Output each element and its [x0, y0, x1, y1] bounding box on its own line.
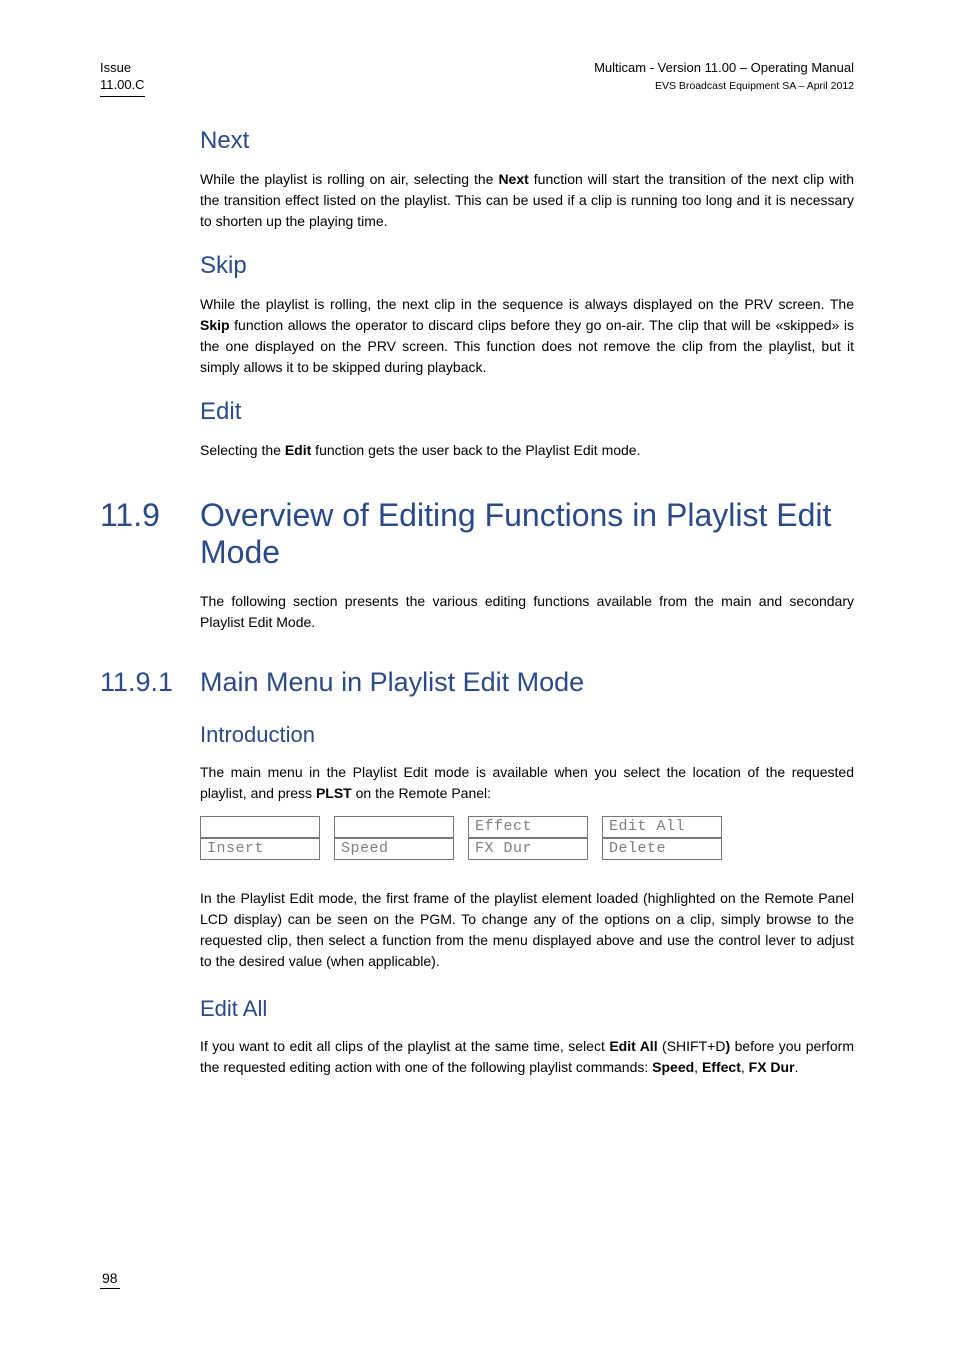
section-number: 11.9.1: [100, 667, 200, 698]
text-bold: Edit: [285, 442, 311, 458]
heading-next: Next: [200, 127, 854, 155]
text: Selecting the: [200, 442, 285, 458]
text-bold: Effect: [702, 1059, 741, 1075]
text-bold: Skip: [200, 317, 230, 333]
para-edit: Selecting the Edit function gets the use…: [200, 440, 854, 461]
text: The main menu in the Playlist Edit mode …: [200, 764, 854, 801]
text: ,: [741, 1059, 749, 1075]
heading-edit: Edit: [200, 398, 854, 426]
heading-skip: Skip: [200, 252, 854, 280]
menu-table: Effect Edit All Insert Speed FX Dur Dele…: [200, 816, 854, 860]
text: (SHIFT+D: [658, 1038, 726, 1054]
text-bold: Next: [498, 171, 528, 187]
menu-cell-delete: Delete: [602, 838, 722, 860]
para-intro-1: The main menu in the Playlist Edit mode …: [200, 762, 854, 804]
text: While the playlist is rolling, the next …: [200, 296, 854, 312]
menu-cell-effect: Effect: [468, 816, 588, 838]
menu-cell-empty: [200, 816, 320, 838]
text-bold: Edit All: [609, 1038, 657, 1054]
text-bold: FX Dur: [749, 1059, 795, 1075]
section-number: 11.9: [100, 497, 200, 534]
heading-11-9: 11.9 Overview of Editing Functions in Pl…: [200, 497, 854, 571]
header-title-block: Multicam - Version 11.00 – Operating Man…: [594, 60, 854, 97]
menu-cell-edit-all: Edit All: [602, 816, 722, 838]
para-intro-2: In the Playlist Edit mode, the first fra…: [200, 888, 854, 972]
text: on the Remote Panel:: [352, 785, 491, 801]
page-header: Issue 11.00.C Multicam - Version 11.00 –…: [100, 60, 854, 97]
manual-subtitle: EVS Broadcast Equipment SA – April 2012: [655, 80, 854, 92]
heading-edit-all: Edit All: [200, 996, 854, 1022]
heading-11-9-1: 11.9.1 Main Menu in Playlist Edit Mode: [200, 667, 854, 698]
text: While the playlist is rolling on air, se…: [200, 171, 498, 187]
text: If you want to edit all clips of the pla…: [200, 1038, 609, 1054]
text: ,: [694, 1059, 702, 1075]
section-title: Overview of Editing Functions in Playlis…: [200, 497, 854, 571]
menu-row-1: Effect Edit All: [200, 816, 854, 838]
text-bold: PLST: [316, 785, 352, 801]
manual-title: Multicam - Version 11.00 – Operating Man…: [594, 60, 854, 75]
menu-cell-insert: Insert: [200, 838, 320, 860]
issue-value: 11.00.C: [100, 77, 145, 92]
text: function gets the user back to the Playl…: [311, 442, 640, 458]
menu-cell-fx-dur: FX Dur: [468, 838, 588, 860]
para-edit-all: If you want to edit all clips of the pla…: [200, 1036, 854, 1078]
menu-cell-speed: Speed: [334, 838, 454, 860]
section-title: Main Menu in Playlist Edit Mode: [200, 667, 584, 698]
header-issue: Issue 11.00.C: [100, 60, 145, 97]
page-number: 98: [100, 1270, 120, 1289]
document-page: Issue 11.00.C Multicam - Version 11.00 –…: [0, 0, 954, 1349]
para-skip: While the playlist is rolling, the next …: [200, 294, 854, 378]
para-next: While the playlist is rolling on air, se…: [200, 169, 854, 232]
heading-introduction: Introduction: [200, 722, 854, 748]
para-overview: The following section presents the vario…: [200, 591, 854, 633]
text: function allows the operator to discard …: [200, 317, 854, 375]
text: .: [795, 1059, 799, 1075]
menu-cell-empty: [334, 816, 454, 838]
menu-row-2: Insert Speed FX Dur Delete: [200, 838, 854, 860]
text-bold: Speed: [652, 1059, 694, 1075]
issue-label: Issue: [100, 60, 131, 75]
page-content: Next While the playlist is rolling on ai…: [200, 127, 854, 1078]
